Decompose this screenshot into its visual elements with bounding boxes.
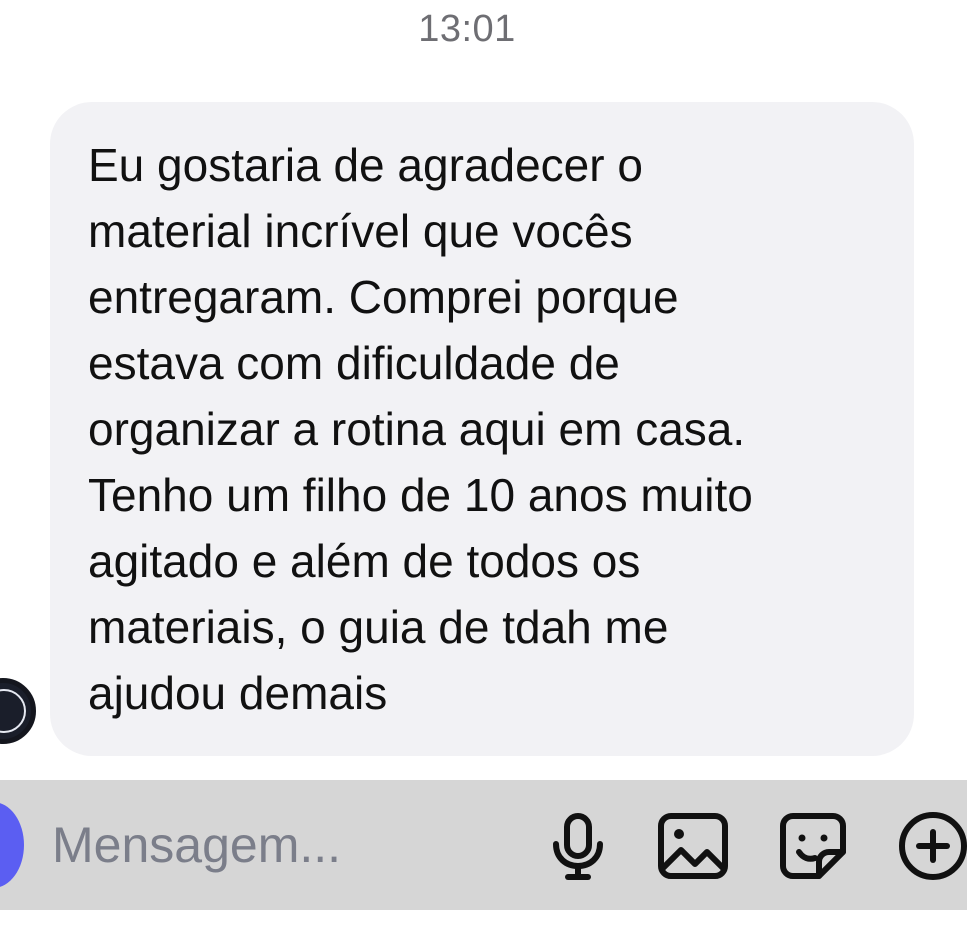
- sticker-icon[interactable]: [775, 808, 851, 884]
- message-composer: [0, 780, 967, 910]
- microphone-icon[interactable]: [540, 808, 616, 884]
- message-timestamp: 13:01: [418, 8, 516, 50]
- message-bubble[interactable]: Eu gostaria de agradecer o material incr…: [50, 102, 914, 756]
- image-icon[interactable]: [655, 808, 731, 884]
- plus-circle-icon[interactable]: [895, 808, 967, 884]
- sender-avatar[interactable]: [0, 678, 36, 744]
- camera-button[interactable]: [0, 802, 24, 888]
- message-text: Eu gostaria de agradecer o material incr…: [88, 139, 753, 719]
- message-input[interactable]: [52, 810, 512, 880]
